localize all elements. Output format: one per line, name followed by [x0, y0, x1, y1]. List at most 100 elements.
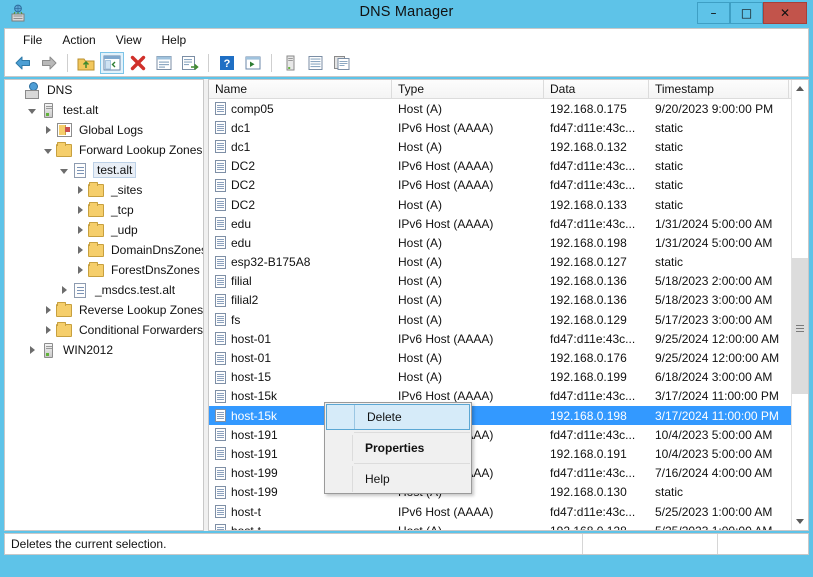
table-row[interactable]: host-15Host (A)192.168.0.1996/18/2024 3:… — [209, 368, 808, 387]
chevron-right-icon — [78, 226, 83, 234]
status-bar: Deletes the current selection. — [4, 533, 809, 555]
cell-data: fd47:d11e:43c... — [544, 428, 649, 442]
tree-expand-arrow-icon[interactable] — [73, 200, 87, 220]
table-row[interactable]: DC2Host (A)192.168.0.133static — [209, 195, 808, 214]
menu-action[interactable]: Action — [52, 31, 105, 49]
table-row[interactable]: esp32-B175A8Host (A)192.168.0.127static — [209, 253, 808, 272]
run-icon[interactable] — [241, 52, 265, 74]
table-row[interactable]: host-15kIPv6 Host (AAAA)fd47:d11e:43c...… — [209, 387, 808, 406]
tree-node-label: _sites — [109, 183, 144, 197]
tree-node-forestdnszones[interactable]: ForestDnsZones — [5, 260, 203, 280]
tree-expand-arrow-icon[interactable] — [73, 180, 87, 200]
table-row[interactable]: fsHost (A)192.168.0.1295/17/2023 3:00:00… — [209, 310, 808, 329]
column-header-timestamp[interactable]: Timestamp — [649, 80, 789, 98]
folder-icon — [87, 222, 105, 238]
table-row[interactable]: host-191Host (A)192.168.0.19110/4/2023 5… — [209, 444, 808, 463]
zone-icon — [71, 162, 89, 178]
tree-collapse-arrow-icon[interactable] — [41, 140, 55, 160]
table-row[interactable]: host-199IPv6 Host (AAAA)fd47:d11e:43c...… — [209, 464, 808, 483]
menu-help[interactable]: Help — [152, 31, 197, 49]
table-row[interactable]: dc1IPv6 Host (AAAA)fd47:d11e:43c...stati… — [209, 118, 808, 137]
help-icon[interactable]: ? — [215, 52, 239, 74]
tree-expand-arrow-icon[interactable] — [41, 300, 55, 320]
minimize-button[interactable]: – — [697, 2, 730, 24]
tree-node-dns[interactable]: DNS — [5, 80, 203, 100]
chevron-right-icon — [30, 346, 35, 354]
scroll-down-button[interactable] — [792, 513, 808, 530]
table-row[interactable]: host-01Host (A)192.168.0.1769/25/2024 12… — [209, 348, 808, 367]
tree-node-forward-lookup-zones[interactable]: Forward Lookup Zones — [5, 140, 203, 160]
maximize-button[interactable]: □ — [730, 2, 763, 24]
refresh-list-icon[interactable] — [304, 52, 328, 74]
list-vertical-scrollbar[interactable] — [791, 80, 808, 530]
table-row[interactable]: host-191IPv6 Host (AAAA)fd47:d11e:43c...… — [209, 425, 808, 444]
scroll-up-button[interactable] — [792, 80, 808, 97]
show-hide-console-tree-icon[interactable] — [100, 52, 124, 74]
back-icon[interactable] — [11, 52, 35, 74]
tree-node-global-logs[interactable]: Global Logs — [5, 120, 203, 140]
table-row[interactable]: DC2IPv6 Host (AAAA)fd47:d11e:43c...stati… — [209, 157, 808, 176]
table-row[interactable]: filial2Host (A)192.168.0.1365/18/2023 3:… — [209, 291, 808, 310]
table-row[interactable]: comp05Host (A)192.168.0.1759/20/2023 9:0… — [209, 99, 808, 118]
column-header-type[interactable]: Type — [392, 80, 544, 98]
tree-expand-arrow-icon[interactable] — [73, 260, 87, 280]
scrollbar-thumb[interactable] — [792, 258, 808, 394]
tree-node-sites[interactable]: _sites — [5, 180, 203, 200]
context-menu-item-delete[interactable]: Delete — [326, 404, 470, 430]
context-menu-item-help[interactable]: Help — [325, 466, 471, 492]
chevron-up-icon — [796, 86, 804, 91]
menu-view[interactable]: View — [106, 31, 152, 49]
tree-expand-arrow-icon[interactable] — [25, 340, 39, 360]
table-row[interactable]: dc1Host (A)192.168.0.132static — [209, 137, 808, 156]
zone-icon — [71, 282, 89, 298]
table-row[interactable]: host-tIPv6 Host (AAAA)fd47:d11e:43c...5/… — [209, 502, 808, 521]
export-list-icon[interactable] — [178, 52, 202, 74]
cell-name: DC2 — [209, 178, 392, 192]
folder-icon — [87, 202, 105, 218]
console-tree[interactable]: DNStest.altGlobal LogsForward Lookup Zon… — [4, 79, 204, 531]
context-menu-item-properties[interactable]: Properties — [325, 435, 471, 461]
table-row[interactable]: filialHost (A)192.168.0.1365/18/2023 2:0… — [209, 272, 808, 291]
tree-expand-arrow-icon[interactable] — [73, 220, 87, 240]
delete-icon[interactable] — [126, 52, 150, 74]
folder-icon — [87, 242, 105, 258]
up-folder-icon[interactable] — [74, 52, 98, 74]
table-row[interactable]: eduIPv6 Host (AAAA)fd47:d11e:43c...1/31/… — [209, 214, 808, 233]
menu-file[interactable]: File — [13, 31, 52, 49]
close-button[interactable]: ✕ — [763, 2, 807, 24]
cell-data: fd47:d11e:43c... — [544, 121, 649, 135]
column-header-name[interactable]: Name — [209, 80, 392, 98]
table-row[interactable]: host-tHost (A)192.168.0.1285/25/2023 1:0… — [209, 521, 808, 531]
column-header-data[interactable]: Data — [544, 80, 649, 98]
tree-node-reverse-lookup-zones[interactable]: Reverse Lookup Zones — [5, 300, 203, 320]
table-row[interactable]: DC2IPv6 Host (AAAA)fd47:d11e:43c...stati… — [209, 176, 808, 195]
tree-collapse-arrow-icon[interactable] — [57, 160, 71, 180]
table-row[interactable]: host-15kHost (A)192.168.0.1983/17/2024 1… — [209, 406, 808, 425]
tree-expand-arrow-icon[interactable] — [41, 320, 55, 340]
tree-expand-arrow-icon[interactable] — [73, 240, 87, 260]
table-row[interactable]: eduHost (A)192.168.0.1981/31/2024 5:00:0… — [209, 233, 808, 252]
tree-expand-arrow-icon[interactable] — [57, 280, 71, 300]
tree-node-tcp[interactable]: _tcp — [5, 200, 203, 220]
properties-icon[interactable] — [152, 52, 176, 74]
tree-expand-arrow-icon[interactable] — [41, 120, 55, 140]
dns-record-icon — [215, 160, 226, 173]
table-row[interactable]: host-199Host (A)192.168.0.130static — [209, 483, 808, 502]
context-menu[interactable]: Delete Properties Help — [324, 402, 472, 494]
tree-node-test-alt[interactable]: test.alt — [5, 160, 203, 180]
grip-icon — [796, 323, 804, 330]
cell-timestamp: 1/31/2024 5:00:00 AM — [649, 217, 789, 231]
new-server-icon[interactable] — [278, 52, 302, 74]
tree-node-domaindnszones[interactable]: DomainDnsZones — [5, 240, 203, 260]
table-row[interactable]: host-01IPv6 Host (AAAA)fd47:d11e:43c...9… — [209, 329, 808, 348]
copy-icon[interactable] — [330, 52, 354, 74]
tree-node-test-alt[interactable]: test.alt — [5, 100, 203, 120]
tree-node-win2012[interactable]: WIN2012 — [5, 340, 203, 360]
records-list-view[interactable]: NameTypeDataTimestamp comp05Host (A)192.… — [208, 79, 809, 531]
forward-icon[interactable] — [37, 52, 61, 74]
tree-node-udp[interactable]: _udp — [5, 220, 203, 240]
tree-node-conditional-forwarders[interactable]: Conditional Forwarders — [5, 320, 203, 340]
tree-collapse-arrow-icon[interactable] — [25, 100, 39, 120]
title-bar: DNS Manager – □ ✕ — [0, 0, 813, 28]
tree-node-msdcs-test-alt[interactable]: _msdcs.test.alt — [5, 280, 203, 300]
